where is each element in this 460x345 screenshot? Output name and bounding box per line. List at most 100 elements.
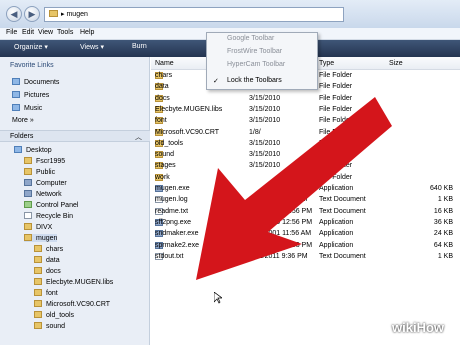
file-size: 1 KB (437, 252, 453, 260)
file-name: sndmaker.exe (155, 230, 199, 238)
file-type: Application (319, 230, 354, 238)
file-name: Elecbyte.MUGEN.libs (155, 105, 223, 113)
file-date: 3/15/2010 (249, 117, 281, 125)
mouse-cursor-icon (214, 292, 222, 304)
tree-network[interactable]: Network (24, 190, 62, 198)
tree-sound[interactable]: sound (34, 322, 65, 330)
tree-label: Public (36, 169, 56, 176)
file-date: 3/15/2010 (249, 162, 281, 170)
col-size[interactable]: Size (389, 60, 403, 67)
folder-icon (34, 278, 42, 285)
burn-button[interactable]: Burn (132, 43, 147, 50)
menu-edit[interactable]: Edit (22, 29, 34, 36)
views-button[interactable]: Views ▾ (80, 43, 104, 51)
tree-label: sound (46, 323, 66, 330)
organize-button[interactable]: Organize ▾ (14, 43, 48, 51)
tree-docs[interactable]: docs (34, 267, 61, 275)
folders-header[interactable]: Folders ︿ (0, 130, 150, 142)
pictures-icon (12, 91, 20, 98)
file-row[interactable]: Elecbyte.MUGEN.libs 3/15/2010 File Folder (155, 105, 455, 117)
file-name: sound (155, 151, 175, 159)
music-icon (12, 104, 20, 111)
fav-pictures[interactable]: Pictures (12, 91, 49, 99)
file-type: File Folder (319, 105, 353, 113)
folder-icon (34, 245, 42, 252)
folder-icon (34, 289, 42, 296)
file-date: 3/15/2010 (249, 105, 281, 113)
file-row[interactable]: old_tools 3/15/2010 File Folder (155, 139, 455, 151)
computer-icon (24, 179, 32, 186)
file-row[interactable]: font 3/15/2010 File Folder (155, 117, 455, 128)
tree-label: chars (46, 246, 64, 253)
tree-public[interactable]: Public (24, 168, 55, 176)
fav-label: Documents (24, 79, 60, 86)
tree-old-tools[interactable]: old_tools (34, 311, 74, 319)
file-row[interactable]: sound 3/15/2010 File Folder (155, 151, 455, 162)
menu-file[interactable]: File (6, 29, 17, 36)
menu-view[interactable]: View (38, 29, 53, 36)
menu-google-toolbar[interactable]: Google Toolbar (227, 35, 274, 42)
tree-control-panel[interactable]: Control Panel (24, 201, 78, 209)
file-type: Application (319, 218, 354, 226)
menu-frostwire-toolbar[interactable]: FrostWire Toolbar (227, 48, 282, 55)
tree-recycle-bin[interactable]: Recycle Bin (24, 212, 73, 220)
more-link[interactable]: More » (12, 117, 34, 124)
tree-chars[interactable]: chars (34, 245, 63, 253)
file-row[interactable]: Microsoft.VC90.CRT 1/8/File Folder (155, 128, 455, 140)
file-row[interactable]: sff2png.exe 3/15/2010 12:56 PM Application… (155, 218, 455, 230)
menu-hypercam-toolbar[interactable]: HyperCam Toolbar (227, 61, 285, 68)
tree-user[interactable]: Fscr1995 (24, 157, 65, 165)
tree-desktop[interactable]: Desktop (14, 146, 52, 154)
folder-icon (34, 322, 42, 329)
col-name[interactable]: Name (155, 60, 174, 67)
tree-label: Recycle Bin (36, 213, 73, 220)
tree-font[interactable]: font (34, 289, 58, 297)
file-type: File Folder (319, 128, 353, 136)
file-row[interactable]: readme.txt 3/20/2010 12:56 PM Text Documen… (155, 207, 455, 219)
file-row[interactable]: sndmaker.exe 2/15/2001 11:56 AM Applicatio… (155, 230, 455, 241)
menu-lock-toolbars[interactable]: Lock the Toolbars (227, 77, 282, 84)
address-bar[interactable]: ▸ mugen (44, 7, 344, 22)
tree-vc90[interactable]: Microsoft.VC90.CRT (34, 300, 110, 308)
file-type: Text Document (319, 196, 366, 204)
file-date: 3/15/2010 (249, 139, 281, 147)
tree-elecbyte[interactable]: Elecbyte.MUGEN.libs (34, 278, 113, 286)
file-row[interactable]: sprmake2.exe 10/27/2009 1:53 PM Applicatio… (155, 241, 455, 253)
folder-icon (24, 168, 32, 175)
folder-icon (34, 267, 42, 274)
file-date: 1/8/ (249, 128, 261, 136)
address-path: mugen (66, 11, 88, 18)
file-type: File Folder (319, 117, 353, 125)
file-type: Text Document (319, 207, 366, 215)
folders-heading: Folders (10, 133, 34, 140)
file-date: 10/27/2009 1:53 PM (249, 241, 313, 249)
forward-button[interactable]: ▶ (24, 6, 40, 22)
file-row[interactable]: mugen.log 2/12/2011 9:36 PM Text Document 1… (155, 196, 455, 207)
file-date: 3/20/2010 12:56 PM (249, 207, 313, 215)
tree-label: font (46, 290, 58, 297)
tree-divx[interactable]: DIVX (24, 223, 52, 231)
file-row[interactable]: stages 3/15/2010 File Folder (155, 162, 455, 173)
file-row[interactable]: mugen.exe Application 640 KB (155, 185, 455, 196)
folder-icon (34, 300, 42, 307)
menu-tools[interactable]: Tools (57, 29, 73, 36)
tree-label: Computer (36, 180, 67, 187)
tree-data[interactable]: data (34, 256, 60, 264)
fav-music[interactable]: Music (12, 104, 42, 112)
file-row[interactable]: stdout.txt 2/12/2011 9:36 PM Text Document… (155, 252, 455, 264)
file-row[interactable]: work File Folder (155, 173, 455, 185)
back-button[interactable]: ◀ (6, 6, 22, 22)
tree-mugen[interactable]: mugen (24, 234, 58, 242)
toolbars-menu: Google Toolbar FrostWire Toolbar HyperCa… (206, 32, 318, 90)
file-type: File Folder (319, 173, 353, 181)
file-date: 2/12/2011 9:36 PM (249, 252, 308, 260)
file-row[interactable]: docs 3/15/2010 File Folder (155, 94, 455, 106)
col-type[interactable]: Type (319, 60, 334, 67)
file-name: mugen.log (155, 196, 188, 204)
folder-icon (34, 311, 42, 318)
menu-help[interactable]: Help (80, 29, 94, 36)
tree-label: Fscr1995 (36, 158, 66, 165)
folder-icon (49, 10, 58, 17)
fav-documents[interactable]: Documents (12, 78, 59, 86)
tree-computer[interactable]: Computer (24, 179, 67, 187)
